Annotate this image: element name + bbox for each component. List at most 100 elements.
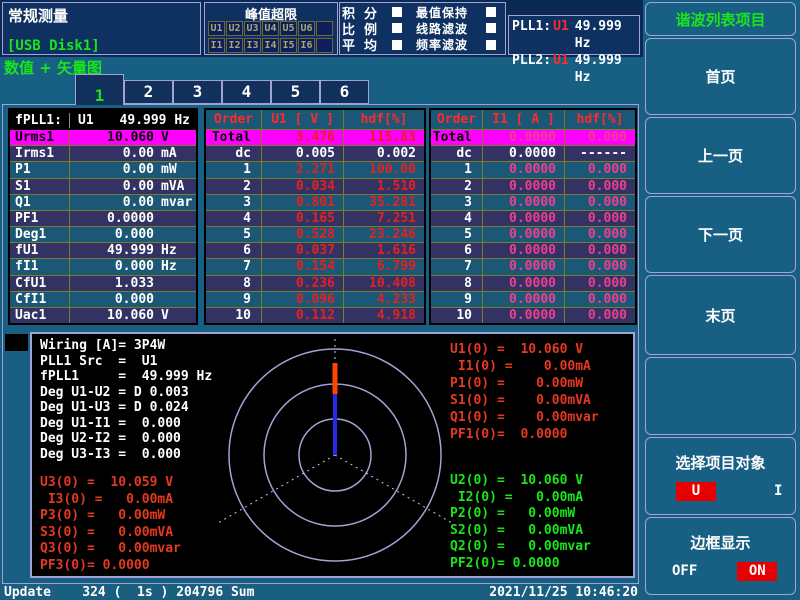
indicator-row-integral: 积 分 最值保持 (342, 4, 503, 20)
value-cell: 0.236 (262, 276, 344, 291)
tab-page-4[interactable]: 4 (222, 80, 271, 104)
table-row-h2: 2 0.0000 0.000 (431, 178, 635, 194)
average-label: 平 均 (342, 35, 392, 54)
peak-cell-i3: I3 (244, 38, 261, 53)
indicator-row-average: 平 均 频率滤波 (342, 37, 503, 53)
i1-header: I1 [ A ] (483, 110, 565, 129)
peak-cell-u5: U5 (280, 21, 297, 36)
hdf-cell: 0.000 (565, 162, 635, 177)
row-value: 0.00 (70, 162, 154, 177)
table-row-fi1: fI1 0.000 Hz (10, 258, 196, 274)
order-cell: 4 (206, 211, 262, 226)
row-value: 1.033 (70, 276, 154, 291)
table-row-q1: Q1 0.00 mvar (10, 194, 196, 210)
tab-page-1[interactable]: 1 (75, 74, 124, 105)
value-cell: 0.528 (262, 227, 344, 242)
pll1-row: PLL1: U1 49.999 Hz (512, 18, 636, 52)
empty-button[interactable] (645, 357, 796, 435)
next-page-button[interactable]: 下一页 (645, 196, 796, 273)
table-row-uac1: Uac1 10.060 V (10, 307, 196, 323)
hdf-cell: 7.251 (344, 211, 424, 226)
table-row-total: Total 3.476 115.83 (206, 130, 424, 145)
order-cell: 4 (431, 211, 483, 226)
hdf-cell: 0.000 (565, 211, 635, 226)
order-cell: 10 (431, 308, 483, 323)
order-cell: 8 (206, 276, 262, 291)
tab-page-5[interactable]: 5 (271, 80, 320, 104)
row-label: S1 (10, 179, 70, 194)
peak-cell-i6: I6 (298, 38, 315, 53)
row-unit: mA (154, 146, 196, 161)
datetime-display: 2021/11/25 10:46:20 (489, 585, 643, 600)
order-cell: 7 (431, 259, 483, 274)
first-page-button[interactable]: 首页 (645, 38, 796, 115)
hdf-cell: 0.000 (565, 243, 635, 258)
option-off[interactable]: OFF (672, 563, 697, 579)
row-value: 10.060 (70, 308, 154, 323)
row-value: 49.999 (70, 243, 154, 258)
select-object-button[interactable]: 选择项目对象 U I (645, 437, 796, 515)
row-unit: V (154, 308, 196, 323)
option-u[interactable]: U (676, 482, 716, 501)
previous-page-button[interactable]: 上一页 (645, 117, 796, 194)
usb-disk-label: [USB Disk1] (7, 38, 100, 54)
i-harmonic-header: Order I1 [ A ] hdf[%] (431, 110, 635, 130)
scaling-status-square-icon (392, 23, 402, 33)
row-value: 0.00 (70, 195, 154, 210)
value-cell: 3.476 (262, 130, 344, 145)
tab-page-6[interactable]: 6 (320, 80, 369, 104)
table-row-h5: 5 0.528 23.246 (206, 226, 424, 242)
row-label: P1 (10, 162, 70, 177)
peak-cell-u3: U3 (244, 21, 261, 36)
row-label: fI1 (10, 259, 70, 274)
table-row-h4: 4 0.165 7.251 (206, 210, 424, 226)
u3-phase-values: U3(0) = 10.059 V I3(0) = 0.00mA P3(0) = … (40, 475, 181, 574)
order-cell: Total (431, 130, 483, 145)
order-header: Order (431, 110, 483, 129)
last-page-button[interactable]: 末页 (645, 275, 796, 355)
order-cell: 1 (206, 162, 262, 177)
tab-page-3[interactable]: 3 (173, 80, 222, 104)
vector-diagram-panel: Wiring [A]= 3P4W PLL1 Src = U1 fPLL1 = 4… (30, 332, 635, 578)
peak-cell-u4: U4 (262, 21, 279, 36)
peak-cell-i4: I4 (262, 38, 279, 53)
hdf-cell: 115.83 (344, 130, 424, 145)
value-cell: 0.0000 (483, 162, 565, 177)
row-label: CfI1 (10, 292, 70, 307)
u1-header: U1 [ V ] (262, 110, 344, 129)
order-cell: 2 (431, 179, 483, 194)
order-cell: 6 (431, 243, 483, 258)
value-cell: 0.034 (262, 179, 344, 194)
hdf-cell: 0.000 (565, 308, 635, 323)
hdf-cell: 0.000 (565, 179, 635, 194)
cursor-marker (5, 334, 28, 351)
order-cell: dc (206, 146, 262, 161)
pll2-frequency: 49.999 Hz (575, 52, 636, 86)
fpll1-frequency: 49.999 Hz (120, 113, 196, 128)
tab-page-2[interactable]: 2 (124, 80, 173, 104)
option-on[interactable]: ON (737, 562, 777, 581)
table-row-h8: 8 0.0000 0.000 (431, 275, 635, 291)
table-row-h5: 5 0.0000 0.000 (431, 226, 635, 242)
order-cell: 1 (431, 162, 483, 177)
option-i[interactable]: I (774, 483, 782, 499)
table-row-h1: 1 2.271 100.00 (206, 161, 424, 177)
order-cell: 5 (431, 227, 483, 242)
value-cell: 0.0000 (483, 259, 565, 274)
hdf-header: hdf[%] (565, 112, 635, 127)
border-display-button[interactable]: 边框显示 OFF ON (645, 517, 796, 595)
status-bar: Update 324 ( 1s ) 204796 Sum 2021/11/25 … (0, 584, 643, 600)
hdf-cell: 0.002 (344, 146, 424, 161)
row-label: fU1 (10, 243, 70, 258)
select-object-label: 选择项目对象 (675, 452, 765, 473)
hdf-cell: 0.000 (565, 292, 635, 307)
line-filter-label: 线路滤波 (416, 20, 476, 37)
pll1-label: PLL1: (512, 18, 551, 52)
order-cell: Total (206, 130, 262, 145)
hdf-cell: 0.000 (565, 259, 635, 274)
table-row-h3: 3 0.0000 0.000 (431, 194, 635, 210)
table-row-fu1: fU1 49.999 Hz (10, 242, 196, 258)
measurement-table-header: fPLL1: U1 49.999 Hz (10, 110, 196, 130)
row-unit: mW (154, 162, 196, 177)
sidebar-menu: 谐波列表项目 首页 上一页 下一页 末页 选择项目对象 U I 边框显示 OFF… (643, 0, 800, 600)
